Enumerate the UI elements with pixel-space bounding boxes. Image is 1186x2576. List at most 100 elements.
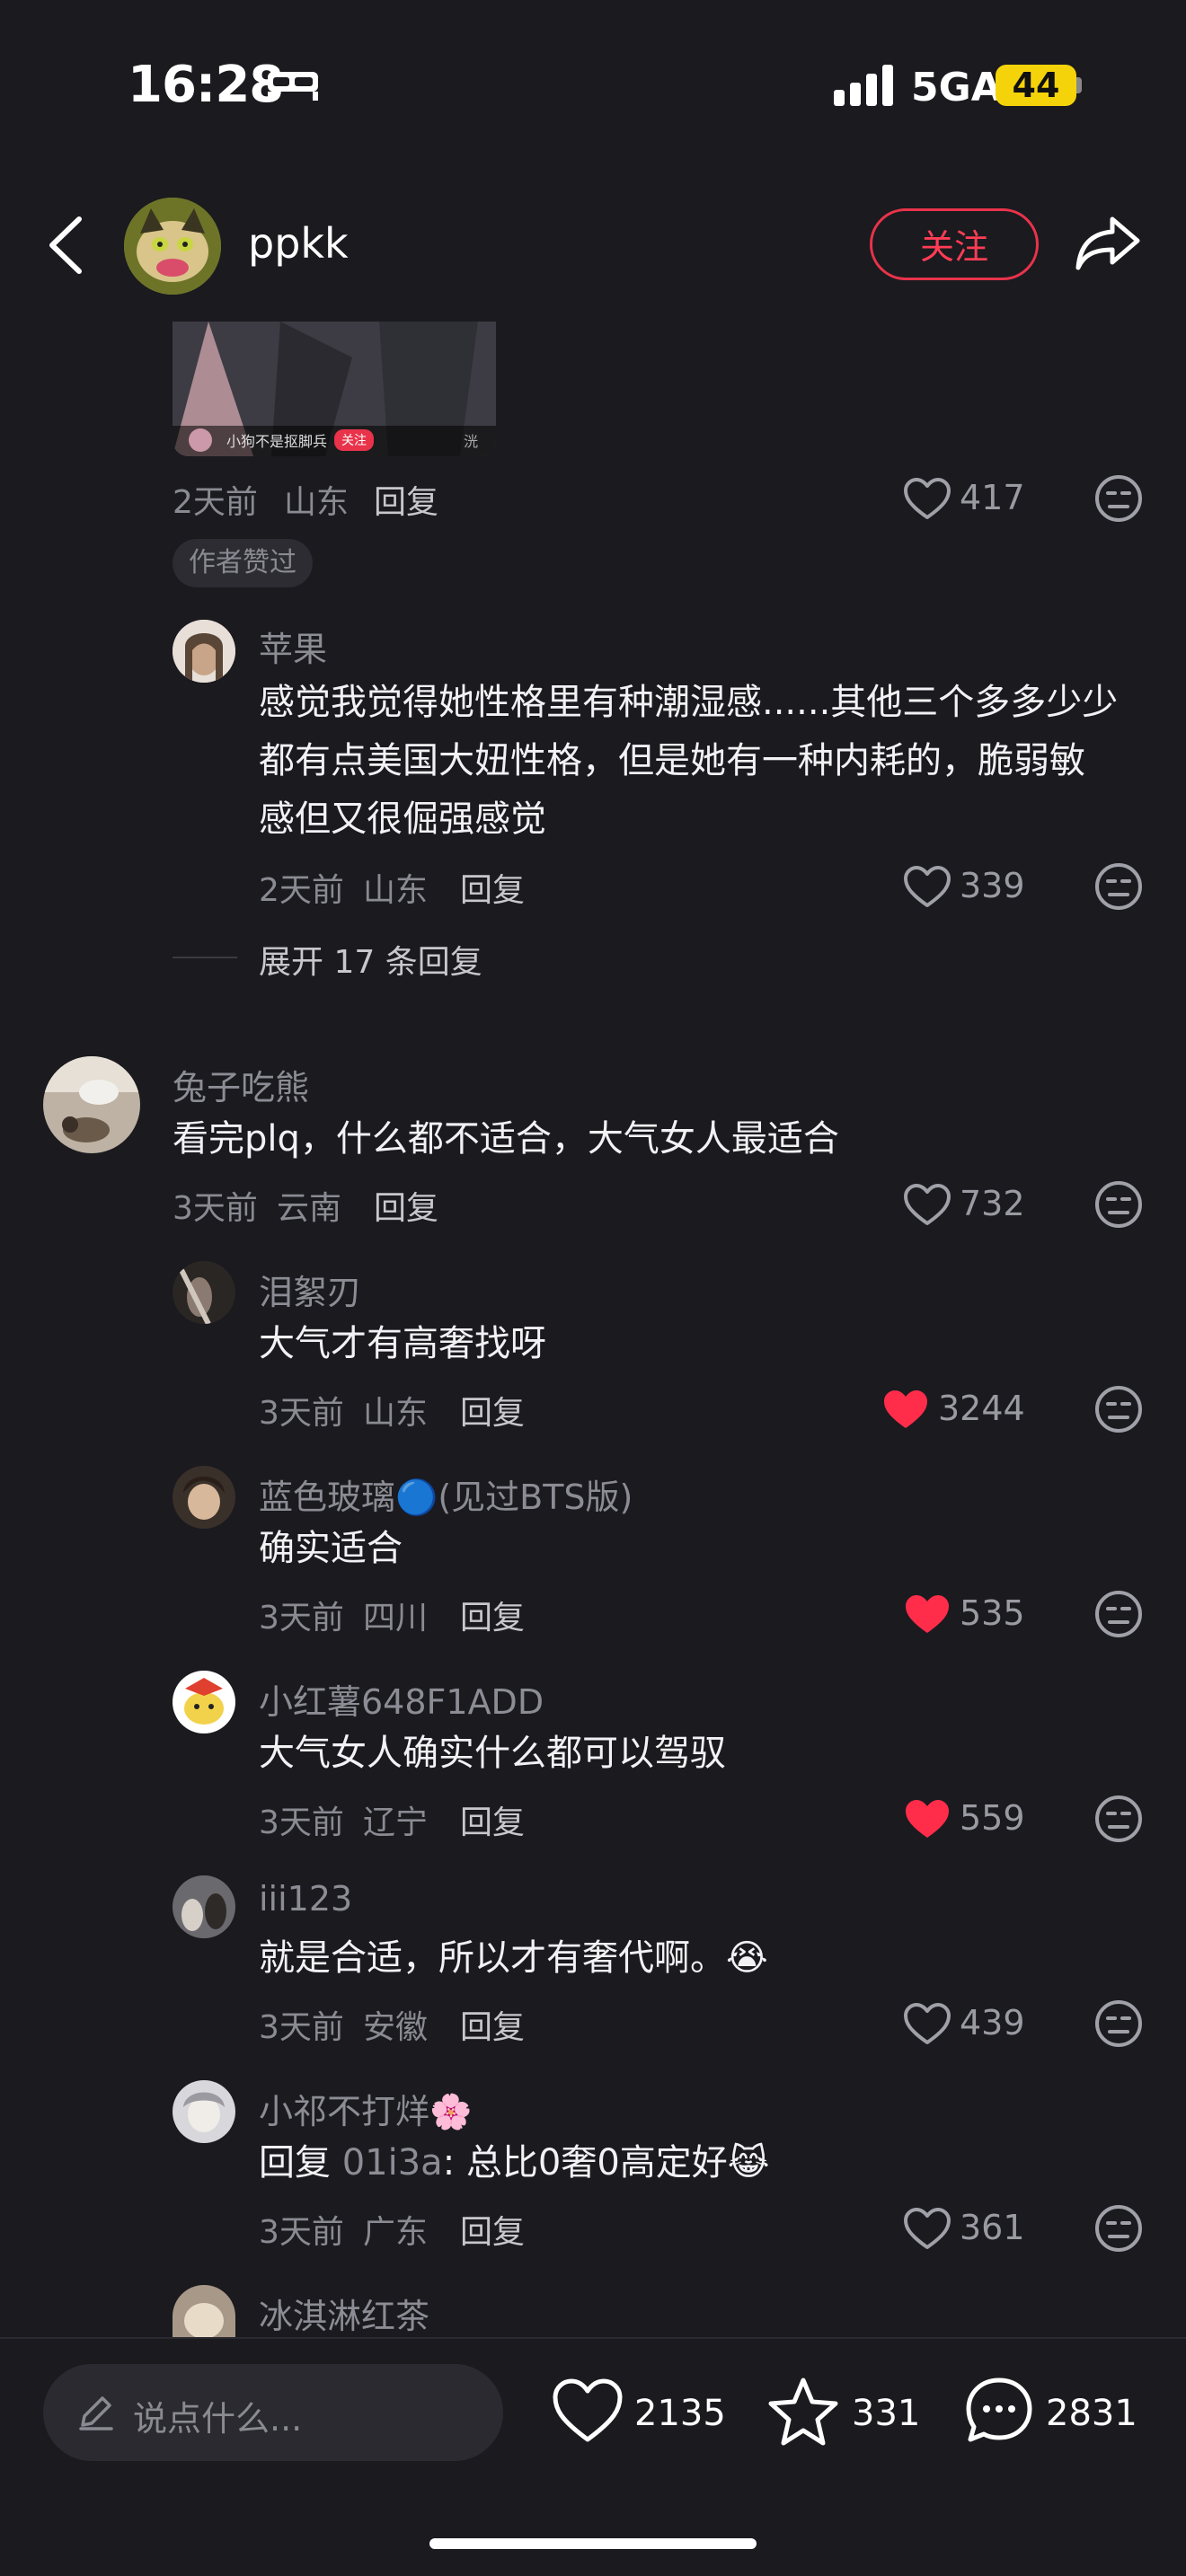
comment-time: 2天前 xyxy=(173,484,258,521)
thumbnail-author-name: 小狗不是抠脚兵 xyxy=(226,433,328,450)
commenter-username[interactable]: 兔子吃熊 xyxy=(173,1060,309,1109)
star-outline-icon[interactable] xyxy=(767,2375,839,2447)
network-type: 5GA xyxy=(911,65,1002,110)
reply-prefix: 回复 xyxy=(259,2142,342,2183)
heart-outline-icon[interactable] xyxy=(904,1184,951,1227)
reply-location: 山东 xyxy=(363,1395,429,1432)
dislike-face-icon[interactable] xyxy=(1094,1590,1143,1638)
dislike-face-icon[interactable] xyxy=(1094,1999,1143,2048)
comment-location: 云南 xyxy=(277,1190,342,1227)
reply-button[interactable]: 回复 xyxy=(460,2206,525,2253)
reply-time: 3天前 xyxy=(259,2009,344,2046)
home-indicator xyxy=(429,2538,757,2549)
reply-username[interactable]: 冰淇淋红茶 xyxy=(259,2289,429,2338)
author-username[interactable]: ppkk xyxy=(248,219,349,268)
reply-rest: : 总比0奢0高定好😹 xyxy=(442,2142,770,2183)
sleep-focus-icon xyxy=(268,72,318,101)
like-count: 439 xyxy=(960,2003,1025,2042)
share-icon[interactable] xyxy=(1075,214,1141,273)
post-like-count: 2135 xyxy=(634,2393,726,2434)
expand-replies-button[interactable]: 展开 17 条回复 xyxy=(259,936,482,983)
reply-username[interactable]: 蓝色玻璃🔵(见过BTS版) xyxy=(259,1469,633,1519)
reply-avatar[interactable] xyxy=(173,620,235,683)
reply-time: 2天前 xyxy=(259,872,344,909)
reply-button[interactable]: 回复 xyxy=(460,864,525,911)
reply-text: 就是合适，所以才有奢代啊。😭 xyxy=(259,1937,768,1979)
comment-image-thumbnail[interactable]: 小狗不是抠脚兵 关注 洸 xyxy=(173,322,496,456)
heart-filled-icon[interactable] xyxy=(904,1593,951,1636)
comment-bubble-icon[interactable] xyxy=(963,2375,1035,2447)
like-count: 559 xyxy=(960,1798,1025,1838)
reply-text: 确实适合 xyxy=(259,1528,403,1569)
back-icon[interactable] xyxy=(45,216,90,275)
reply-username[interactable]: 泪絮刃 xyxy=(259,1265,361,1314)
post-comment-count: 2831 xyxy=(1046,2393,1137,2434)
like-count: 3244 xyxy=(938,1389,1025,1428)
like-count: 417 xyxy=(960,478,1025,517)
reply-time: 3天前 xyxy=(259,1600,344,1636)
reply-text-line-1: 感觉我觉得她性格里有种潮湿感......其他三个多多少少 xyxy=(259,682,1119,723)
reply-text-line-3: 感但又很倔强感觉 xyxy=(259,798,546,840)
dislike-face-icon[interactable] xyxy=(1094,474,1143,523)
reply-avatar[interactable] xyxy=(173,1875,235,1938)
reply-location: 辽宁 xyxy=(363,1804,429,1841)
author-avatar[interactable] xyxy=(124,198,221,295)
reply-text: 回复 01i3a: 总比0奢0高定好😹 xyxy=(259,2134,770,2192)
dislike-face-icon[interactable] xyxy=(1094,1795,1143,1843)
reply-location: 山东 xyxy=(363,872,429,909)
comment-input-placeholder[interactable]: 说点什么... xyxy=(133,2391,302,2440)
reply-username[interactable]: 苹果 xyxy=(259,622,327,671)
like-count: 361 xyxy=(960,2208,1025,2247)
reply-time: 3天前 xyxy=(259,2214,344,2251)
heart-filled-icon[interactable] xyxy=(904,1798,951,1841)
comment-location: 山东 xyxy=(284,484,350,521)
status-time: 16:28 xyxy=(128,56,284,114)
battery-cap xyxy=(1076,77,1082,93)
heart-outline-icon[interactable] xyxy=(904,866,951,909)
reply-button[interactable]: 回复 xyxy=(374,1182,438,1229)
reply-location: 四川 xyxy=(363,1600,429,1636)
commenter-avatar[interactable] xyxy=(43,1056,140,1153)
reply-button[interactable]: 回复 xyxy=(460,1592,525,1638)
battery-level: 44 xyxy=(996,65,1076,106)
bottom-divider xyxy=(0,2337,1186,2339)
heart-filled-icon[interactable] xyxy=(882,1389,929,1432)
reply-username[interactable]: 小祁不打烊🌸 xyxy=(259,2084,472,2133)
reply-time: 3天前 xyxy=(259,1804,344,1841)
heart-outline-icon[interactable] xyxy=(552,2378,624,2445)
reply-button[interactable]: 回复 xyxy=(460,2001,525,2048)
reply-text-line-2: 都有点美国大妞性格，但是她有一种内耗的，脆弱敏 xyxy=(259,740,1085,781)
reply-text: 大气才有高奢找呀 xyxy=(259,1323,546,1364)
reply-avatar[interactable] xyxy=(173,1466,235,1529)
thumbnail-follow-badge: 关注 xyxy=(334,429,374,451)
reply-button[interactable]: 回复 xyxy=(374,476,438,523)
reply-time: 3天前 xyxy=(259,1395,344,1432)
reply-username[interactable]: 小红薯648F1ADD xyxy=(259,1674,544,1724)
pencil-icon xyxy=(79,2396,113,2430)
dislike-face-icon[interactable] xyxy=(1094,1180,1143,1229)
dislike-face-icon[interactable] xyxy=(1094,1385,1143,1434)
heart-outline-icon[interactable] xyxy=(904,2208,951,2251)
author-liked-badge: 作者赞过 xyxy=(173,539,313,587)
reply-mention[interactable]: 01i3a xyxy=(342,2142,443,2183)
heart-outline-icon[interactable] xyxy=(904,2003,951,2046)
dislike-face-icon[interactable] xyxy=(1094,862,1143,911)
dislike-face-icon[interactable] xyxy=(1094,2204,1143,2253)
comment-text: 看完plq，什么都不适合，大气女人最适合 xyxy=(173,1118,839,1160)
thumbnail-author-avatar xyxy=(189,428,212,452)
comment-time: 3天前 xyxy=(173,1190,258,1227)
thumbnail-watermark: 洸 xyxy=(463,433,478,450)
post-favorite-count: 331 xyxy=(852,2393,921,2434)
reply-button[interactable]: 回复 xyxy=(460,1796,525,1843)
follow-button[interactable]: 关注 xyxy=(870,208,1039,280)
like-count: 732 xyxy=(960,1184,1025,1223)
reply-button[interactable]: 回复 xyxy=(460,1387,525,1434)
like-count: 535 xyxy=(960,1593,1025,1633)
reply-avatar[interactable] xyxy=(173,1261,235,1324)
reply-avatar[interactable] xyxy=(173,2080,235,2143)
reply-avatar[interactable] xyxy=(173,1671,235,1734)
heart-outline-icon[interactable] xyxy=(904,478,951,521)
reply-username[interactable]: iii123 xyxy=(259,1879,352,1919)
cellular-signal-icon xyxy=(834,65,893,106)
reply-avatar[interactable] xyxy=(173,2285,235,2337)
